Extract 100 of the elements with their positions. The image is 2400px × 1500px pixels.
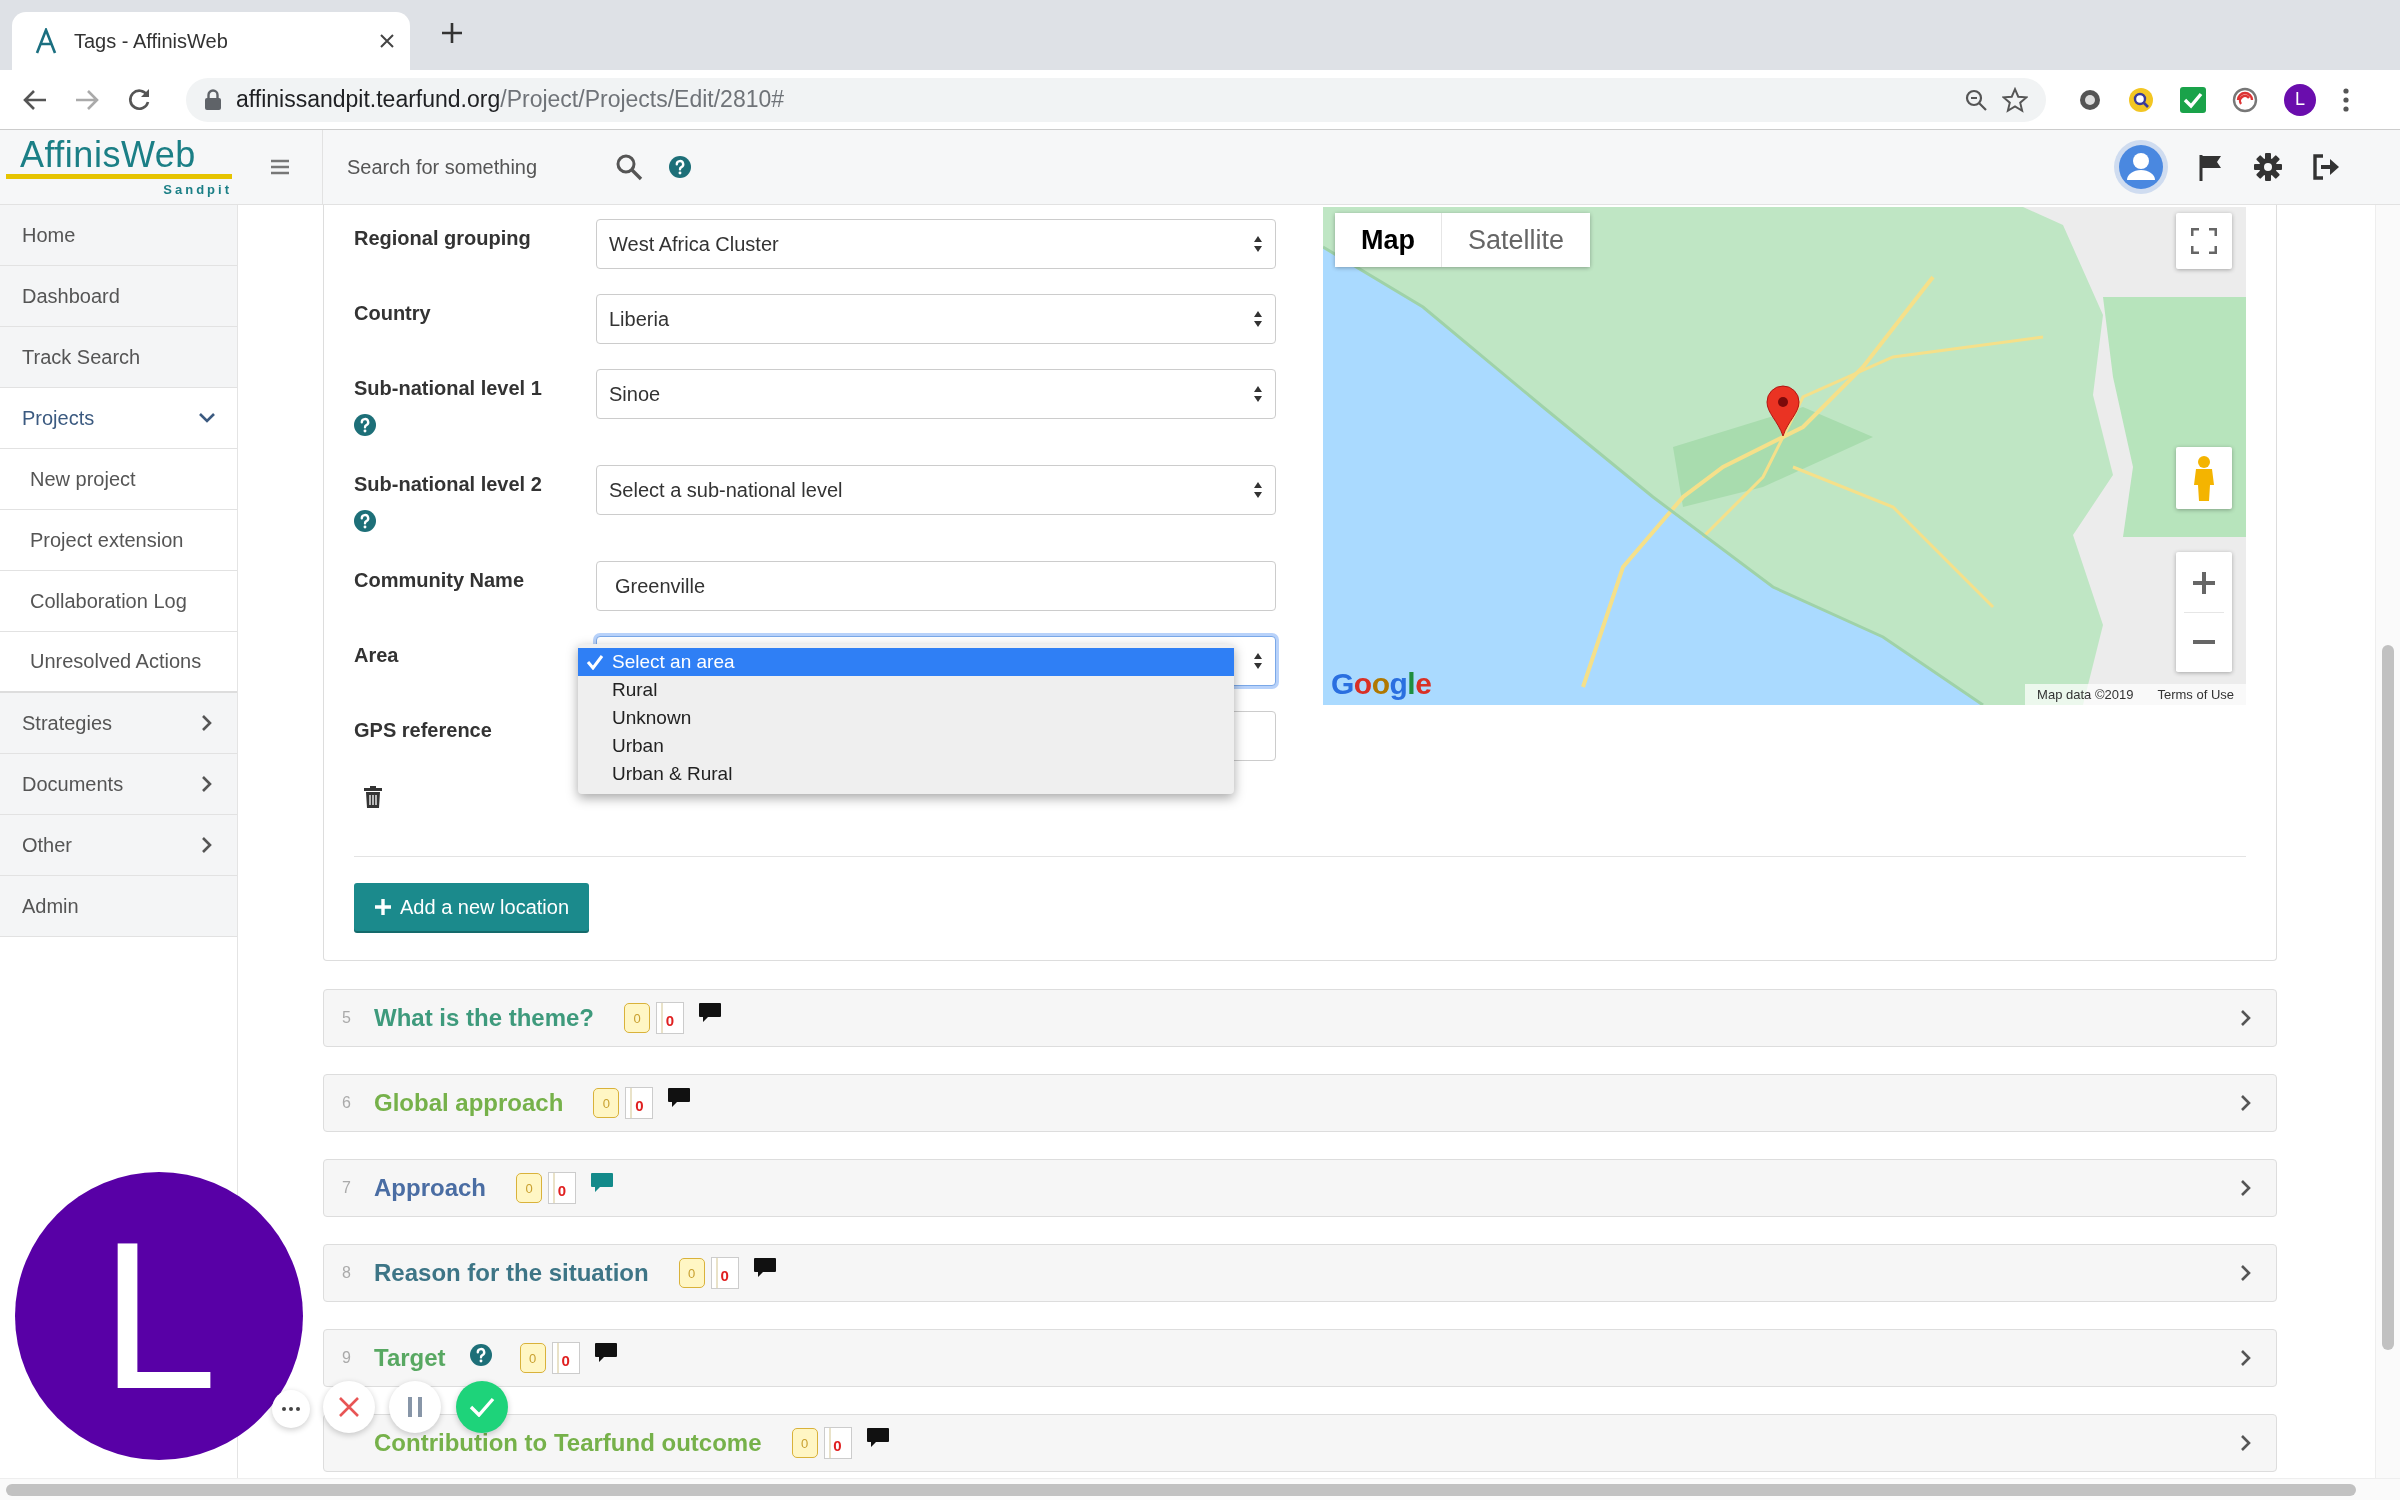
select-field[interactable]: Liberia xyxy=(596,294,1276,344)
tab-title: Tags - AffinisWeb xyxy=(74,29,229,53)
section-header[interactable]: 7 Approach 0 0 xyxy=(323,1159,2277,1217)
section-number: 9 xyxy=(342,1349,352,1367)
logo-subtitle: Sandpit xyxy=(163,182,232,197)
section-title: Global approach xyxy=(374,1089,564,1117)
scrollbar-thumb[interactable] xyxy=(6,1484,2356,1496)
comment-icon[interactable] xyxy=(752,1257,777,1279)
scrollbar-thumb[interactable] xyxy=(2382,645,2394,1350)
document-count-badge: 0 xyxy=(548,1172,576,1204)
dropdown-option[interactable]: Rural xyxy=(578,676,1234,704)
updown-icon xyxy=(1253,481,1263,499)
more-button[interactable] xyxy=(272,1390,310,1428)
section-number: 8 xyxy=(342,1264,352,1282)
user-avatar-icon[interactable] xyxy=(2114,140,2168,194)
dropdown-option[interactable]: Urban & Rural xyxy=(578,760,1234,788)
map-type-tab[interactable]: Map xyxy=(1335,213,1441,267)
terms-link[interactable]: Terms of Use xyxy=(2157,687,2234,702)
sidebar-item[interactable]: Home xyxy=(0,205,237,266)
search-icon[interactable] xyxy=(615,153,643,181)
comment-icon[interactable] xyxy=(865,1427,890,1449)
section-title: Reason for the situation xyxy=(374,1259,649,1287)
tag-count-badge: 0 xyxy=(678,1258,705,1288)
circle-extension-icon[interactable] xyxy=(2078,87,2102,112)
checkmark-extension-icon[interactable] xyxy=(2180,86,2206,113)
section-header[interactable]: Contribution to Tearfund outcome 0 0 xyxy=(323,1414,2277,1472)
section-header[interactable]: 8 Reason for the situation 0 0 xyxy=(323,1244,2277,1302)
star-icon[interactable] xyxy=(2002,86,2028,113)
section-header[interactable]: 5 What is the theme? 0 0 xyxy=(323,989,2277,1047)
updown-icon xyxy=(1253,310,1263,328)
profile-avatar[interactable]: L xyxy=(2284,83,2316,116)
dropdown-option[interactable]: Select an area xyxy=(578,648,1234,676)
person-icon xyxy=(2192,455,2216,501)
flag-icon[interactable] xyxy=(2198,153,2224,181)
select-field[interactable]: Select a sub-national level xyxy=(596,465,1276,515)
help-icon[interactable] xyxy=(354,414,376,436)
field-label: Regional grouping xyxy=(354,226,532,250)
dropdown-option[interactable]: Unknown xyxy=(578,704,1234,732)
more-icon xyxy=(282,1407,300,1411)
menu-icon[interactable] xyxy=(2342,86,2350,113)
logout-icon[interactable] xyxy=(2312,154,2340,180)
sidebar-item[interactable]: Track Search xyxy=(0,327,237,388)
fullscreen-button[interactable] xyxy=(2176,213,2232,269)
comment-icon[interactable] xyxy=(667,1087,692,1109)
map-logo: Google xyxy=(1331,667,1432,701)
lock-icon xyxy=(204,88,222,111)
magnifier-extension-icon[interactable] xyxy=(2128,86,2154,113)
map-type-tab[interactable]: Satellite xyxy=(1441,213,1591,267)
trash-icon[interactable] xyxy=(364,786,382,808)
document-count-badge: 0 xyxy=(710,1257,739,1289)
reload-icon[interactable] xyxy=(126,86,152,113)
map-pin-icon[interactable] xyxy=(1766,385,1800,437)
add-location-button[interactable]: Add a new location xyxy=(354,883,589,931)
select-field[interactable]: West Africa Cluster xyxy=(596,219,1276,269)
plus-icon xyxy=(2192,570,2216,595)
comment-icon[interactable] xyxy=(698,1002,723,1024)
zoom-out-button[interactable] xyxy=(2176,612,2232,671)
field-label: Sub-national level 1 xyxy=(354,376,543,400)
close-icon xyxy=(338,1396,360,1418)
section-title: Approach xyxy=(374,1174,486,1202)
document-count-badge: 0 xyxy=(551,1342,580,1374)
sidebar-item[interactable]: Strategies xyxy=(0,693,237,754)
sidebar-item[interactable]: Dashboard xyxy=(0,266,237,327)
sidebar-item[interactable]: Documents xyxy=(0,754,237,815)
section-number: 7 xyxy=(342,1179,352,1197)
field-label: GPS reference xyxy=(354,718,493,742)
search-field[interactable]: Search for something xyxy=(345,154,589,180)
sidebar-item[interactable]: Admin xyxy=(0,876,237,937)
dropdown-option[interactable]: Urban xyxy=(578,732,1234,760)
zoom-in-button[interactable] xyxy=(2176,553,2232,612)
help-icon[interactable] xyxy=(354,510,376,532)
check-icon xyxy=(586,654,604,670)
swirl-extension-icon[interactable] xyxy=(2232,86,2258,113)
section-header[interactable]: 6 Global approach 0 0 xyxy=(323,1074,2277,1132)
menu-icon[interactable] xyxy=(269,158,291,176)
section-title: Target xyxy=(374,1344,446,1372)
section-header[interactable]: 9 Target 0 0 xyxy=(323,1329,2277,1387)
site-icon xyxy=(34,28,58,54)
browser-tab[interactable]: Tags - AffinisWeb xyxy=(12,12,410,70)
zoom-icon[interactable] xyxy=(1964,87,1988,112)
sidebar-item[interactable]: Other xyxy=(0,815,237,876)
updown-icon xyxy=(1253,652,1263,670)
tag-count-badge: 0 xyxy=(791,1428,818,1458)
tag-count-badge: 0 xyxy=(516,1173,542,1203)
plus-icon[interactable] xyxy=(440,21,464,45)
settings-icon[interactable] xyxy=(2254,153,2282,181)
field-label: Country xyxy=(354,301,432,325)
close-icon[interactable] xyxy=(378,32,396,50)
comment-icon[interactable] xyxy=(593,1342,618,1364)
field-label: Community Name xyxy=(354,568,526,592)
fullscreen-icon xyxy=(2191,228,2217,254)
help-icon[interactable] xyxy=(669,156,691,178)
help-icon[interactable] xyxy=(469,1344,492,1366)
section-number: 6 xyxy=(342,1094,352,1112)
text-field[interactable]: Greenville xyxy=(596,561,1276,611)
app-logo[interactable]: AffinisWeb xyxy=(6,136,232,179)
tag-count-badge: 0 xyxy=(593,1088,620,1118)
document-count-badge: 0 xyxy=(823,1427,852,1459)
select-field[interactable]: Sinoe xyxy=(596,369,1276,419)
section-title: What is the theme? xyxy=(374,1004,595,1032)
